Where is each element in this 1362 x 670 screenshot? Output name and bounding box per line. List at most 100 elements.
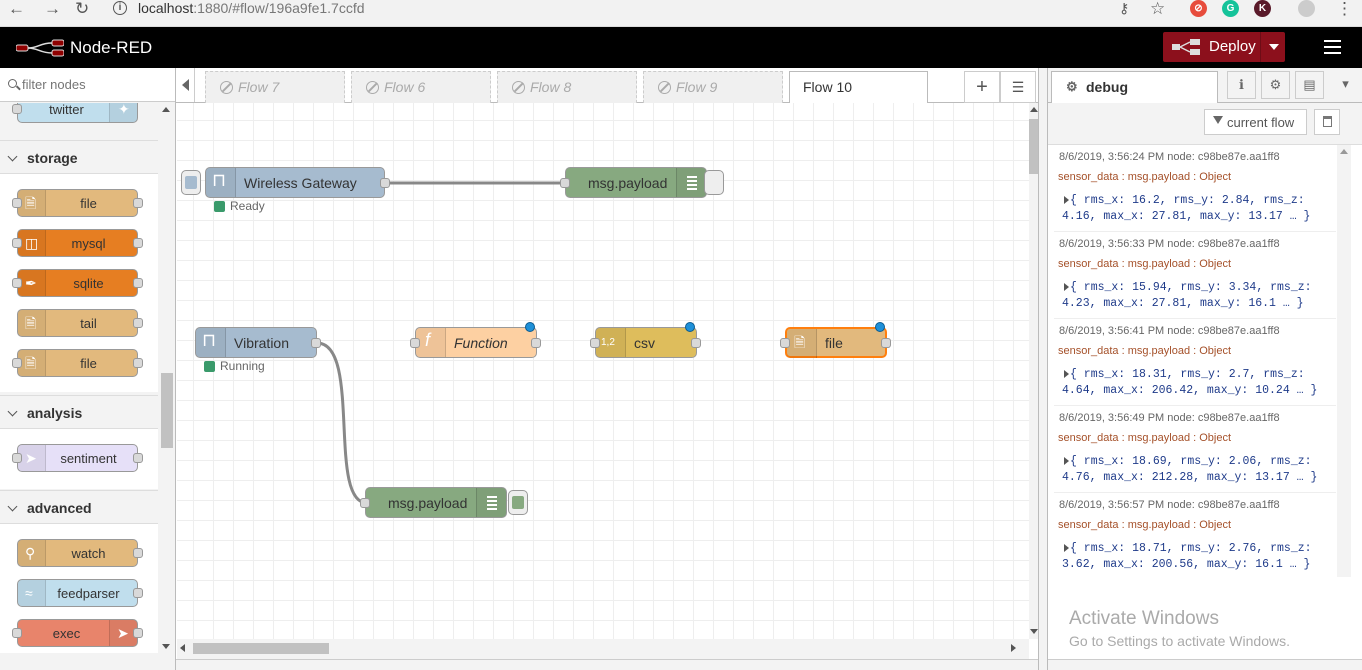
category-label: analysis xyxy=(27,405,83,421)
deploy-divider xyxy=(1260,32,1261,62)
scroll-left-arrow-icon[interactable] xyxy=(180,644,185,652)
profile-avatar[interactable] xyxy=(1298,0,1315,17)
node-label: file xyxy=(825,335,843,351)
debug-message[interactable]: 8/6/2019, 3:56:57 PM node: c98be87e.aa1f… xyxy=(1054,493,1336,577)
node-wireless-gateway[interactable]: ⊓ Wireless Gateway xyxy=(205,167,385,198)
palette-node-tail[interactable]: 🗎 tail xyxy=(17,309,138,337)
extension-blocked-icon[interactable]: ⊘ xyxy=(1190,0,1207,17)
port[interactable] xyxy=(531,338,541,348)
debug-message[interactable]: 8/6/2019, 3:56:33 PM node: c98be87e.aa1f… xyxy=(1054,232,1336,319)
category-analysis[interactable]: analysis xyxy=(0,395,158,429)
canvas-horizontal-scrollbar[interactable] xyxy=(177,639,1029,659)
tab-scroll-left-icon[interactable] xyxy=(176,68,195,102)
list-flows-icon[interactable]: ☰ xyxy=(1000,71,1036,103)
flow-canvas[interactable]: ⊓ Wireless Gateway Ready msg.payload ⊓ V… xyxy=(177,103,1029,639)
tab-flow-6[interactable]: Flow 6 xyxy=(351,71,491,103)
node-debug-payload-2[interactable]: msg.payload xyxy=(365,487,507,518)
tab-flow-10[interactable]: Flow 10 xyxy=(789,71,928,104)
tab-flow-8[interactable]: Flow 8 xyxy=(497,71,637,103)
deploy-button[interactable]: Deploy xyxy=(1163,32,1285,62)
file-in-icon: 🗎 xyxy=(18,350,46,376)
debug-tab-icon[interactable]: ⚙ xyxy=(1261,71,1290,99)
scroll-right-arrow-icon[interactable] xyxy=(1011,644,1016,652)
debug-message[interactable]: 8/6/2019, 3:56:41 PM node: c98be87e.aa1f… xyxy=(1054,319,1336,406)
debug-message[interactable]: 8/6/2019, 3:56:24 PM node: c98be87e.aa1f… xyxy=(1054,145,1336,232)
port[interactable] xyxy=(691,338,701,348)
palette-scroll-thumb[interactable] xyxy=(161,373,173,448)
port[interactable] xyxy=(311,338,321,348)
scroll-down-arrow-icon[interactable] xyxy=(162,644,170,649)
vertical-scroll-thumb[interactable] xyxy=(1029,119,1038,174)
port[interactable] xyxy=(560,178,570,188)
debug-toggle-button[interactable] xyxy=(704,170,724,195)
category-advanced[interactable]: advanced xyxy=(0,490,158,524)
message-value[interactable]: { rms_x: 15.94, rms_y: 3.34, rms_z: 4.23,… xyxy=(1062,280,1312,312)
info-tab-icon[interactable]: ℹ xyxy=(1227,71,1256,99)
palette-node-mysql[interactable]: ◫ mysql xyxy=(17,229,138,257)
scroll-up-arrow-icon[interactable] xyxy=(1030,107,1038,112)
dashboard-tab-icon[interactable]: ▤ xyxy=(1295,71,1324,99)
node-function[interactable]: f Function xyxy=(415,327,537,358)
palette-node-feedparser[interactable]: ≈ feedparser xyxy=(17,579,138,607)
grammarly-extension-icon[interactable]: G xyxy=(1222,0,1239,17)
filter-current-flow-button[interactable]: current flow xyxy=(1204,109,1307,135)
deploy-menu-caret-icon[interactable] xyxy=(1269,44,1279,50)
message-value[interactable]: { rms_x: 18.69, rms_y: 2.06, rms_z: 4.76,… xyxy=(1062,454,1317,486)
palette-node-file[interactable]: 🗎 file xyxy=(17,189,138,217)
category-storage[interactable]: storage xyxy=(0,140,158,174)
scroll-down-arrow-icon[interactable] xyxy=(1030,629,1038,634)
palette-node-watch[interactable]: ⚲ watch xyxy=(17,539,138,567)
file-out-icon: 🗎 xyxy=(787,329,817,358)
palette-node-sqlite[interactable]: ✒ sqlite xyxy=(17,269,138,297)
clear-messages-button[interactable] xyxy=(1314,109,1340,135)
forward-icon[interactable]: → xyxy=(44,0,61,17)
port[interactable] xyxy=(360,498,370,508)
debug-message[interactable]: 8/6/2019, 3:56:49 PM node: c98be87e.aa1f… xyxy=(1054,406,1336,493)
csv-icon: 1,2 xyxy=(596,328,626,357)
scroll-up-arrow-icon[interactable] xyxy=(1340,149,1348,154)
sidebar-menu-caret-icon[interactable]: ▾ xyxy=(1331,71,1360,99)
message-value[interactable]: { rms_x: 18.71, rms_y: 2.76, rms_z: 3.62,… xyxy=(1062,541,1312,573)
palette-node-file-in[interactable]: 🗎 file xyxy=(17,349,138,377)
palette-node-sentiment[interactable]: ➤ sentiment xyxy=(17,444,138,472)
node-vibration[interactable]: ⊓ Vibration xyxy=(195,327,317,358)
port[interactable] xyxy=(590,338,600,348)
reload-icon[interactable]: ↻ xyxy=(75,0,89,17)
scroll-up-arrow-icon[interactable] xyxy=(162,107,170,112)
port[interactable] xyxy=(380,178,390,188)
tab-debug[interactable]: ⚙ debug xyxy=(1051,71,1218,104)
key-icon[interactable]: ⚷ xyxy=(1119,0,1129,17)
palette-node-twitter[interactable]: twitter ✦ xyxy=(17,103,138,123)
message-value[interactable]: { rms_x: 16.2, rms_y: 2.84, rms_z: 4.16, … xyxy=(1062,193,1310,225)
canvas-vertical-scrollbar[interactable] xyxy=(1029,103,1038,639)
port[interactable] xyxy=(881,338,891,348)
node-csv[interactable]: 1,2 csv xyxy=(595,327,697,358)
main-menu-icon[interactable] xyxy=(1324,40,1341,54)
address-bar[interactable]: localhost:1880/#flow/196a9fe1.7ccfd xyxy=(138,0,365,16)
debug-scrollbar[interactable] xyxy=(1337,145,1351,577)
sidebar-separator[interactable] xyxy=(1038,68,1048,670)
tab-flow-7[interactable]: Flow 7 xyxy=(205,71,345,103)
node-debug-payload-1[interactable]: msg.payload xyxy=(565,167,707,198)
bookmark-star-icon[interactable]: ☆ xyxy=(1150,0,1165,17)
add-flow-button[interactable]: + xyxy=(964,71,1000,103)
port[interactable] xyxy=(410,338,420,348)
message-value[interactable]: { rms_x: 18.31, rms_y: 2.7, rms_z: 4.64, … xyxy=(1062,367,1317,399)
browser-menu-icon[interactable]: ⋮ xyxy=(1336,0,1353,17)
tab-label: Flow 9 xyxy=(676,79,718,95)
message-topic: sensor_data : msg.payload : Object xyxy=(1058,345,1232,357)
palette-node-exec[interactable]: exec ➤ xyxy=(17,619,138,647)
filter-nodes-input[interactable] xyxy=(22,77,162,92)
back-icon[interactable]: ← xyxy=(8,0,25,17)
tab-flow-9[interactable]: Flow 9 xyxy=(643,71,783,103)
wire[interactable] xyxy=(316,341,368,505)
inject-button[interactable] xyxy=(181,170,201,195)
horizontal-scroll-thumb[interactable] xyxy=(193,643,329,654)
debug-toggle-button[interactable] xyxy=(508,490,528,515)
port xyxy=(133,628,143,638)
palette-scrollbar[interactable] xyxy=(159,103,175,653)
node-file-selected[interactable]: 🗎 file xyxy=(785,327,887,358)
k-extension-icon[interactable]: K xyxy=(1254,0,1271,17)
site-info-icon[interactable]: i xyxy=(113,1,127,15)
port[interactable] xyxy=(780,338,790,348)
